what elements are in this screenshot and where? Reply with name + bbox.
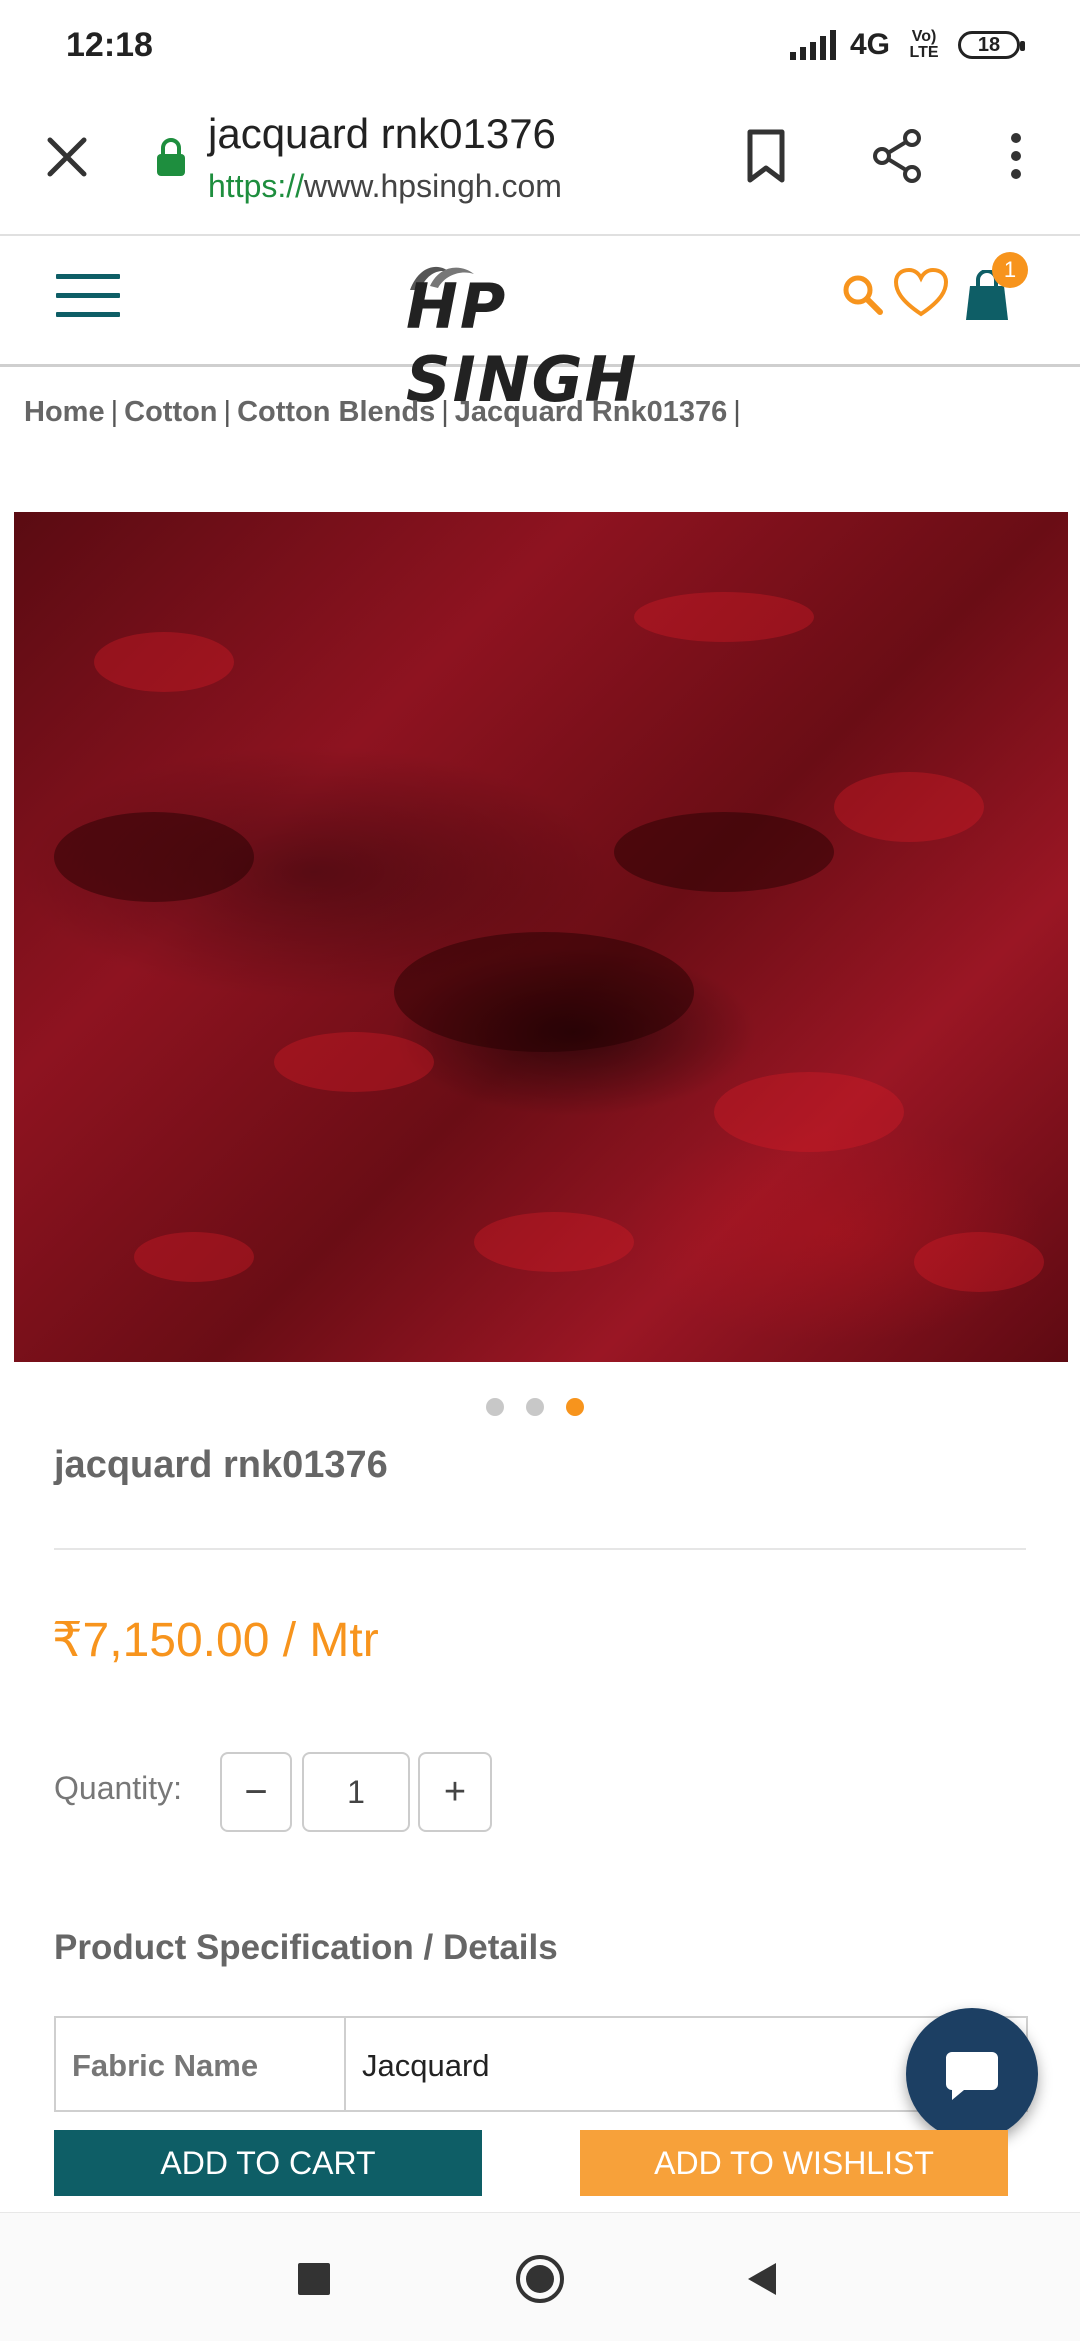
url-text[interactable]: https://www.hpsingh.com <box>208 168 562 205</box>
browser-toolbar: jacquard rnk01376 https://www.hpsingh.co… <box>0 96 1080 236</box>
share-icon[interactable] <box>866 124 930 188</box>
breadcrumb-cotton[interactable]: Cotton <box>124 396 217 428</box>
breadcrumb: Home | Cotton | Cotton Blends | Jacquard Rnk01… <box>24 396 747 429</box>
spec-key: Fabric Name <box>56 2018 346 2110</box>
add-to-wishlist-button[interactable]: ADD TO WISHLIST <box>580 2130 1008 2196</box>
page-title[interactable]: jacquard rnk01376 <box>208 110 556 158</box>
url-scheme: https:// <box>208 168 305 204</box>
product-price: ₹7,150.00 / Mtr <box>52 1614 379 1667</box>
breadcrumb-separator: | <box>733 396 741 428</box>
lock-icon <box>157 138 185 176</box>
divider <box>54 1548 1026 1550</box>
spec-table: Fabric Name Jacquard <box>54 2016 1028 2112</box>
home-icon[interactable] <box>514 2253 566 2305</box>
quantity-label: Quantity: <box>54 1770 183 1806</box>
chat-button[interactable] <box>906 2008 1038 2140</box>
product-image[interactable] <box>14 512 1068 1362</box>
carousel-dot[interactable] <box>526 1398 544 1416</box>
breadcrumb-separator: | <box>441 396 449 428</box>
logo-text: HP SINGH <box>406 270 639 416</box>
quantity-increase-button[interactable]: + <box>418 1752 492 1832</box>
status-time: 12:18 <box>66 26 153 64</box>
logo[interactable]: HP SINGH <box>396 260 676 416</box>
status-bar: 12:18 4G Vo) LTE 18 <box>0 0 1080 96</box>
spec-heading: Product Specification / Details <box>54 1928 558 1967</box>
battery-icon: 18 <box>958 31 1025 59</box>
product-title: jacquard rnk01376 <box>54 1444 388 1486</box>
recent-apps-icon[interactable] <box>298 2263 330 2295</box>
breadcrumb-separator: | <box>110 396 119 428</box>
cart-count-badge[interactable]: 1 <box>992 252 1028 288</box>
status-indicators: 4G Vo) LTE 18 <box>789 28 1025 62</box>
signal-icon <box>789 30 836 60</box>
volte-indicator: Vo) LTE <box>909 28 939 61</box>
carousel-dot-active[interactable] <box>566 1398 584 1416</box>
url-host: www.hpsingh.com <box>304 168 562 204</box>
breadcrumb-separator: | <box>223 396 232 428</box>
breadcrumb-current[interactable]: Jacquard Rnk01376 <box>455 396 727 428</box>
carousel-dot[interactable] <box>486 1398 504 1416</box>
breadcrumb-cotton-blends[interactable]: Cotton Blends <box>237 396 435 428</box>
system-nav-bar <box>0 2212 1080 2341</box>
more-options-icon[interactable] <box>998 124 1034 188</box>
carousel-dots <box>486 1398 584 1416</box>
bookmark-icon[interactable] <box>736 124 796 188</box>
network-type: 4G <box>849 28 890 61</box>
back-icon[interactable] <box>744 2259 780 2299</box>
search-icon[interactable] <box>838 270 888 320</box>
add-to-cart-button[interactable]: ADD TO CART <box>54 2130 482 2196</box>
quantity-decrease-button[interactable]: − <box>220 1752 292 1832</box>
chat-bubble-icon <box>946 2052 998 2100</box>
heart-icon[interactable] <box>892 266 950 320</box>
close-icon[interactable] <box>36 126 98 188</box>
site-header: HP SINGH 1 <box>0 236 1080 416</box>
battery-level: 18 <box>977 34 1001 56</box>
quantity-input[interactable]: 1 <box>302 1752 410 1832</box>
breadcrumb-home[interactable]: Home <box>24 396 105 428</box>
spec-value: Jacquard <box>362 2048 490 2083</box>
menu-icon[interactable] <box>56 274 120 324</box>
